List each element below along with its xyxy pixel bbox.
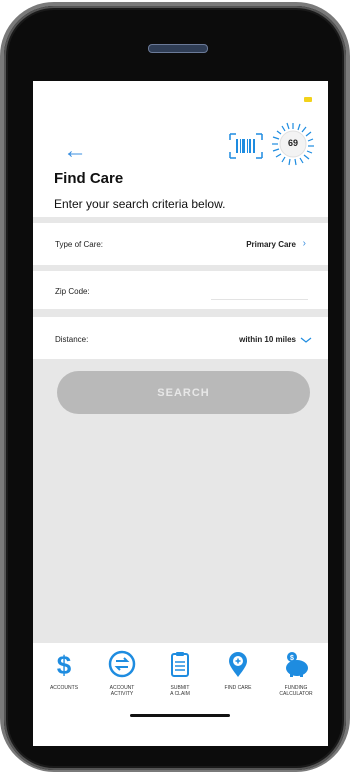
zip-code-row[interactable]: Zip Code:: [33, 271, 328, 309]
type-of-care-value: Primary Care: [246, 240, 296, 249]
tab-label-account-activity: ACCOUNT ACTIVITY: [109, 685, 135, 697]
page-subtitle: Enter your search criteria below.: [54, 197, 226, 211]
distance-label: Distance:: [55, 335, 89, 344]
zip-code-field[interactable]: [211, 285, 308, 297]
wellness-score[interactable]: 69: [271, 122, 315, 166]
back-arrow-icon[interactable]: ←: [63, 139, 87, 163]
header: ← 69 Find Care Enter your search criteri…: [33, 111, 328, 217]
type-of-care-label: Type of Care:: [55, 240, 104, 249]
svg-text:$: $: [290, 655, 294, 662]
tab-funding-calculator[interactable]: $ FUNDING CALCULATOR: [267, 649, 325, 697]
chevron-down-icon: [300, 337, 312, 343]
type-of-care-row[interactable]: Type of Care: Primary Care ›: [33, 223, 328, 265]
barcode-icon[interactable]: [229, 133, 263, 159]
page-title: Find Care: [54, 170, 124, 187]
location-pin-icon: [229, 652, 247, 677]
tab-label-submit-claim: SUBMIT A CLAIM: [170, 685, 190, 697]
chevron-right-icon: ›: [302, 238, 306, 249]
svg-text:$: $: [57, 650, 72, 679]
tab-account-activity[interactable]: ACCOUNT ACTIVITY: [93, 649, 151, 697]
screen: ← 69 Find Care Enter your search criteri…: [33, 81, 328, 746]
battery-icon: [304, 97, 312, 102]
distance-row[interactable]: Distance: within 10 miles: [33, 317, 328, 359]
tab-bar: $ ACCOUNTS ACCOUNT ACTIVITY SUBMIT A CLA…: [33, 643, 328, 746]
score-value: 69: [287, 138, 298, 148]
tab-submit-claim[interactable]: SUBMIT A CLAIM: [151, 649, 209, 697]
clipboard-icon: [171, 652, 189, 677]
tab-label-accounts: ACCOUNTS: [49, 685, 79, 691]
zip-code-underline: [211, 299, 308, 300]
status-bar: [33, 81, 328, 111]
phone-speaker: [148, 44, 208, 53]
transfer-icon: [108, 650, 136, 678]
tab-label-find-care: FIND CARE: [224, 685, 252, 691]
zip-code-label: Zip Code:: [55, 287, 90, 296]
tab-accounts[interactable]: $ ACCOUNTS: [35, 649, 93, 691]
distance-value: within 10 miles: [239, 335, 296, 344]
search-button[interactable]: SEARCH: [57, 371, 310, 414]
piggy-bank-icon: $: [286, 652, 308, 677]
tab-find-care[interactable]: FIND CARE: [209, 649, 267, 691]
home-indicator: [130, 714, 230, 717]
dollar-icon: $: [57, 650, 72, 679]
tab-label-funding-calculator: FUNDING CALCULATOR: [279, 685, 313, 697]
